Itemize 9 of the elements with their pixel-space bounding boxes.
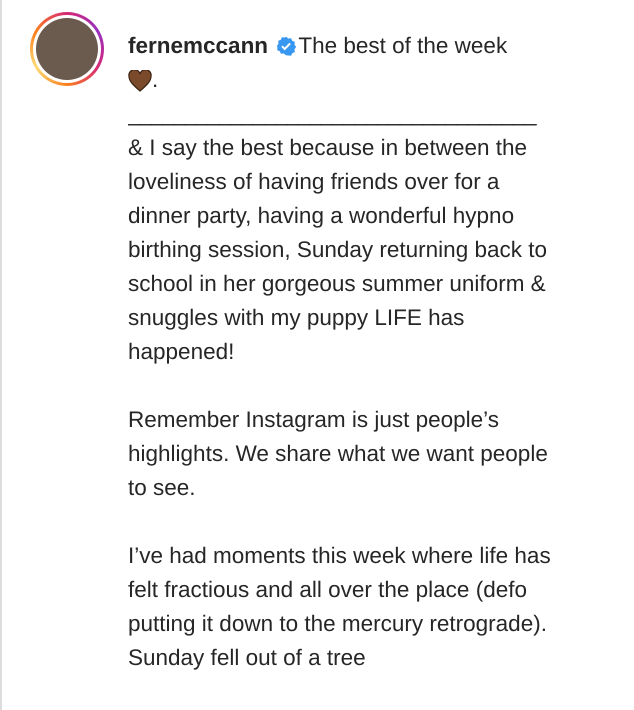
caption-paragraph: I’ve had moments this week where life has felt fractious and all over the place (defo putting it down to the mercury retrograde). Sunday fell out of a tree — [128, 542, 552, 672]
caption-text: . — [152, 67, 158, 92]
heart-icon — [128, 70, 152, 92]
username[interactable]: fernemccann — [128, 33, 268, 58]
avatar — [36, 18, 98, 80]
caption-text: The best of the week — [298, 33, 508, 58]
divider-text: ____________________________________ — [128, 100, 538, 128]
caption-paragraph: & I say the best because in between the loveliness of having friends over for a dinner party, having a wonderful hypno birthing session, Sunday returning back to school in her gorgeous summer uniform & snuggles with my puppy LIFE has happened! — [128, 134, 548, 366]
caption-paragraph: Remember Instagram is just people’s highlights. We share what we want people to see. — [128, 406, 549, 502]
